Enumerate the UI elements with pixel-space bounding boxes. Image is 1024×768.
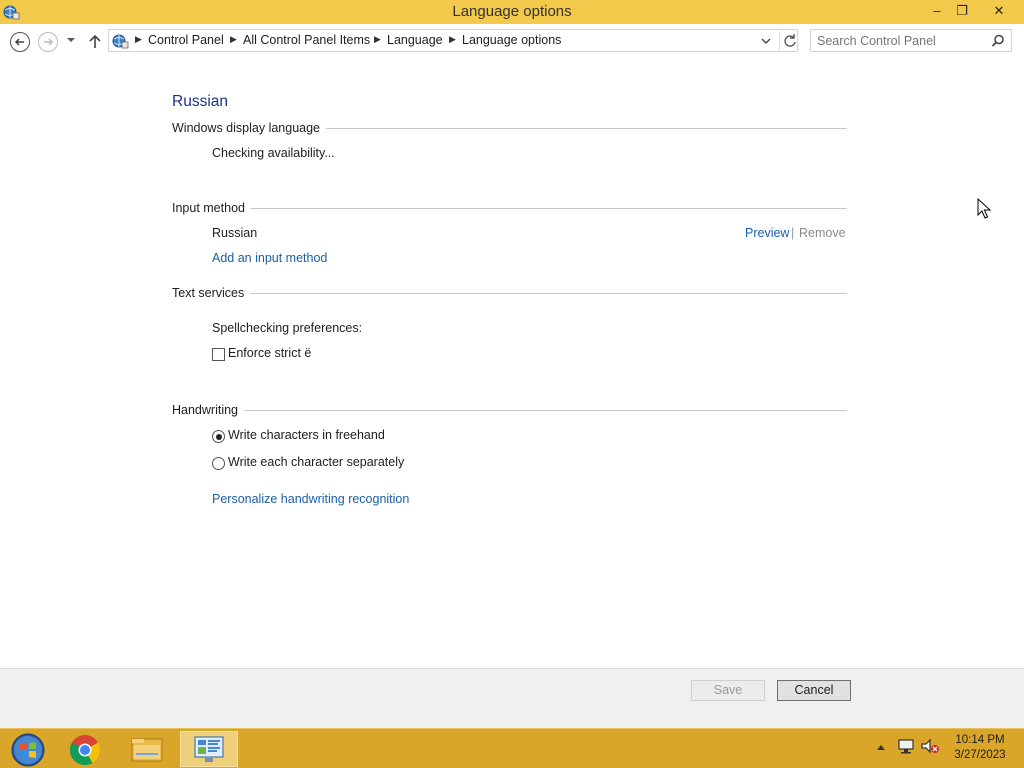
taskbar-control-panel[interactable] (180, 731, 238, 767)
arrow-left-icon (14, 38, 24, 46)
search-input[interactable] (817, 33, 987, 49)
add-input-method-link[interactable]: Add an input method (212, 251, 327, 265)
arrow-right-icon (44, 38, 54, 46)
button-bar: Save Cancel (0, 668, 1024, 728)
search-box[interactable] (810, 29, 1012, 52)
volume-muted-icon[interactable] (920, 737, 940, 755)
input-method-name: Russian (212, 226, 258, 240)
enforce-strict-yo-checkbox[interactable] (212, 348, 225, 361)
section-heading-handwriting: Handwriting (172, 403, 245, 417)
cancel-button[interactable]: Cancel (777, 680, 851, 701)
breadcrumb-all-control-panel-items[interactable]: All Control Panel Items (243, 33, 370, 47)
section-divider (172, 208, 847, 209)
breadcrumb-separator-icon[interactable]: ▶ (374, 34, 381, 45)
taskbar-clock[interactable]: 10:14 PM 3/27/2023 (944, 733, 1016, 763)
display-language-status: Checking availability... (212, 146, 335, 160)
breadcrumb-control-panel[interactable]: Control Panel (148, 33, 224, 47)
title-bar: Language options – ❐ ✕ (0, 0, 1024, 24)
navigation-bar: ▶ Control Panel ▶ All Control Panel Item… (0, 24, 1024, 60)
minimize-button[interactable]: – (924, 0, 950, 22)
start-button[interactable] (0, 731, 58, 767)
folder-icon (131, 738, 163, 762)
language-options-panel: Russian Windows display language Checkin… (0, 60, 1024, 668)
enforce-strict-yo-label[interactable]: Enforce strict ё (228, 346, 311, 360)
window-title: Language options (452, 3, 572, 20)
clock-time: 10:14 PM (955, 734, 1005, 746)
breadcrumb-language-options[interactable]: Language options (462, 33, 561, 47)
section-heading-text-services: Text services (172, 286, 251, 300)
spellcheck-label: Spellchecking preferences: (212, 321, 363, 335)
separate-characters-label[interactable]: Write each character separately (228, 455, 404, 469)
recent-locations-chevron-down-icon[interactable] (66, 36, 76, 44)
save-button[interactable]: Save (691, 680, 765, 701)
taskbar-file-explorer[interactable] (120, 731, 178, 767)
refresh-button[interactable] (779, 31, 799, 51)
freehand-label[interactable]: Write characters in freehand (228, 428, 385, 442)
refresh-icon (784, 34, 796, 47)
back-button[interactable] (10, 32, 30, 52)
breadcrumb-separator-icon[interactable]: ▶ (230, 34, 237, 45)
section-heading-input-method: Input method (172, 201, 251, 215)
taskbar: 10:14 PM 3/27/2023 (0, 728, 1024, 768)
show-hidden-icons-chevron-up-icon[interactable] (876, 743, 886, 751)
link-separator: | (791, 226, 795, 240)
section-heading-display-language: Windows display language (172, 121, 327, 135)
forward-button[interactable] (38, 32, 58, 52)
breadcrumb-language[interactable]: Language (387, 33, 443, 47)
separate-characters-radio[interactable] (212, 457, 225, 470)
mouse-pointer-icon (977, 198, 991, 219)
up-arrow-icon[interactable] (88, 33, 102, 49)
control-panel-icon (194, 736, 224, 762)
breadcrumb-separator-icon[interactable]: ▶ (135, 34, 142, 45)
preview-link[interactable]: Preview (745, 226, 789, 240)
section-divider (172, 410, 847, 411)
taskbar-chrome[interactable] (60, 731, 118, 767)
section-divider (172, 293, 847, 294)
windows-logo-icon (11, 733, 45, 767)
search-icon[interactable] (991, 34, 1005, 48)
clock-date: 3/27/2023 (954, 749, 1006, 761)
breadcrumb-separator-icon[interactable]: ▶ (449, 34, 456, 45)
control-panel-icon (112, 34, 129, 49)
personalize-handwriting-link[interactable]: Personalize handwriting recognition (212, 492, 409, 506)
close-button[interactable]: ✕ (984, 0, 1014, 22)
remove-link[interactable]: Remove (799, 226, 846, 240)
network-icon[interactable] (897, 737, 915, 755)
maximize-button[interactable]: ❐ (949, 0, 975, 22)
chrome-icon (69, 735, 101, 766)
address-bar[interactable]: ▶ Control Panel ▶ All Control Panel Item… (108, 29, 798, 52)
page-title: Russian (172, 93, 228, 110)
freehand-radio[interactable] (212, 430, 225, 443)
address-history-chevron-down-icon[interactable] (761, 36, 771, 46)
